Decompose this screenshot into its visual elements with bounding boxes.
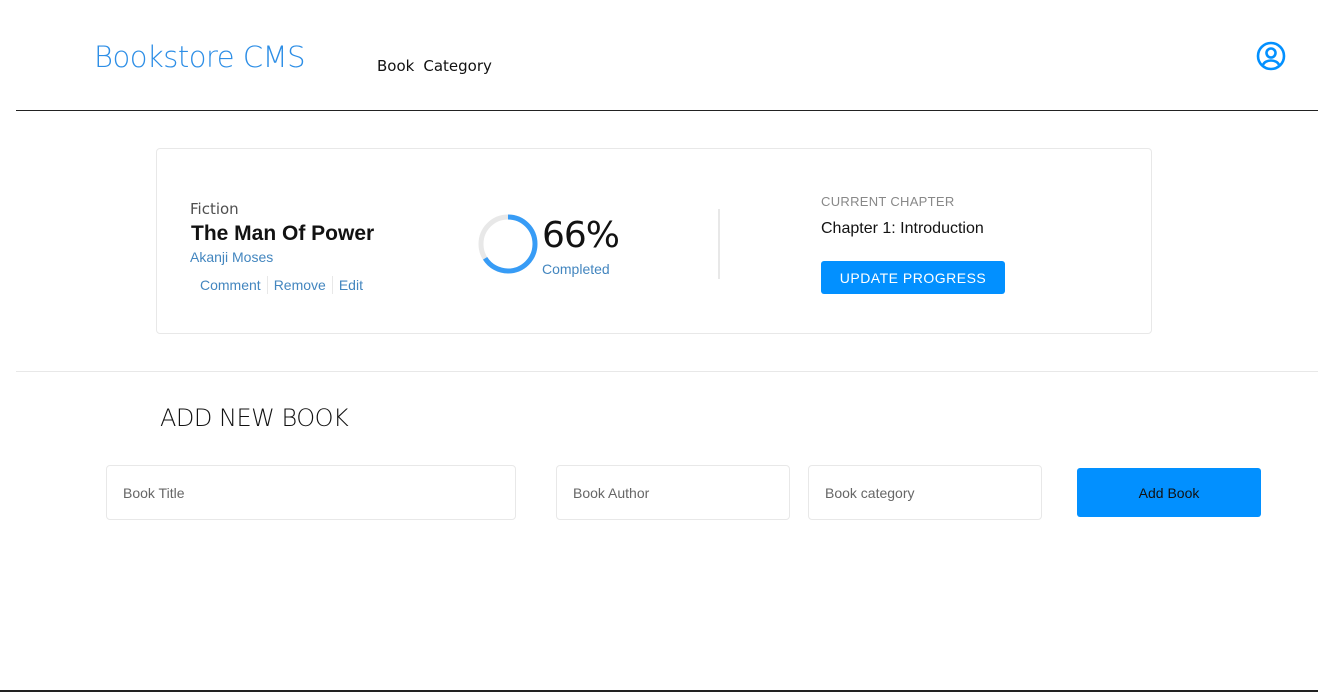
card-divider [718, 209, 720, 279]
user-circle-icon[interactable] [1256, 41, 1286, 71]
main-nav: Book Category [377, 57, 492, 75]
book-author-input[interactable] [556, 465, 790, 520]
book-title: The Man Of Power [191, 222, 375, 245]
comment-button[interactable]: Comment [194, 277, 267, 293]
book-card: Fiction The Man Of Power Akanji Moses Co… [156, 148, 1152, 334]
progress-percent: 66% [542, 215, 620, 256]
book-actions: Comment Remove Edit [194, 276, 369, 294]
section-divider [16, 371, 1318, 372]
progress-status: Completed [542, 261, 610, 277]
update-progress-button[interactable]: UPDATE PROGRESS [821, 261, 1005, 294]
book-category-input[interactable] [808, 465, 1042, 520]
nav-link-book[interactable]: Book [377, 57, 414, 75]
current-chapter-label: CURRENT CHAPTER [821, 194, 955, 209]
current-chapter-name: Chapter 1: Introduction [821, 220, 984, 237]
form-title: ADD NEW BOOK [160, 404, 349, 432]
brand-title[interactable]: Bookstore CMS [94, 40, 306, 74]
book-author: Akanji Moses [190, 249, 274, 265]
add-book-button[interactable]: Add Book [1077, 468, 1261, 517]
book-genre: Fiction [190, 200, 239, 218]
progress-ring [477, 213, 539, 275]
app-header: Bookstore CMS Book Category [16, 0, 1318, 111]
remove-button[interactable]: Remove [268, 277, 332, 293]
book-title-input[interactable] [106, 465, 516, 520]
nav-link-category[interactable]: Category [423, 57, 492, 75]
edit-button[interactable]: Edit [333, 277, 369, 293]
